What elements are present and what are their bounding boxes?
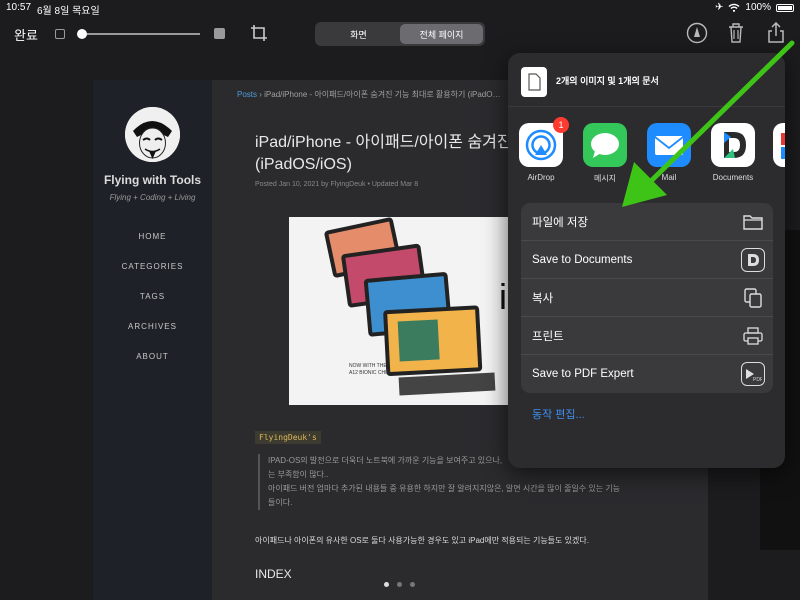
square-outline-icon xyxy=(55,29,65,39)
share-sheet: 2개의 이미지 및 1개의 문서 1 AirDrop 메시지 Mail Docu… xyxy=(508,53,785,468)
status-right: ✈ 100% xyxy=(715,2,794,13)
svg-text:NOW WITH THE: NOW WITH THE xyxy=(349,363,387,369)
documents-app-icon xyxy=(741,248,765,272)
app-messages[interactable]: 메시지 xyxy=(582,123,628,184)
action-label: 프린트 xyxy=(532,330,564,343)
status-bar: 10:57 6월 8일 목요일 ✈ 100% xyxy=(0,0,800,17)
status-date: 6월 8일 목요일 xyxy=(37,6,100,17)
action-copy[interactable]: 복사 xyxy=(521,279,773,317)
nav-archives[interactable]: ARCHIVES xyxy=(93,322,212,331)
battery-icon xyxy=(776,3,794,12)
markup-pen-icon[interactable] xyxy=(686,22,708,44)
crop-icon[interactable] xyxy=(250,24,268,42)
documents-app-icon xyxy=(711,123,755,167)
slider-knob-icon[interactable] xyxy=(77,29,88,39)
segment-screen[interactable]: 화면 xyxy=(317,24,400,44)
app-label: Documents xyxy=(712,173,754,182)
action-label: 복사 xyxy=(532,292,554,305)
segment-full-page[interactable]: 전체 페이지 xyxy=(400,24,483,44)
quote-line: 아이패드 버전 업마다 추가된 내용들 중 유용한 하지만 잘 알려지지않은, … xyxy=(268,484,621,493)
edit-actions-link[interactable]: 동작 편집... xyxy=(532,406,585,422)
action-save-to-files[interactable]: 파일에 저장 xyxy=(521,203,773,241)
share-sheet-header: 2개의 이미지 및 1개의 문서 xyxy=(508,53,785,107)
site-title: Flying with Tools xyxy=(103,173,202,187)
wifi-icon xyxy=(728,3,740,12)
nav-tags[interactable]: TAGS xyxy=(93,292,212,301)
breadcrumb: Posts › iPad/iPhone - 아이패드/아이폰 숨겨진 기능 최대… xyxy=(237,89,500,100)
share-sheet-title: 2개의 이미지 및 1개의 문서 xyxy=(556,76,659,86)
site-subtitle: Flying + Coding + Living xyxy=(109,193,196,202)
pdf-expert-icon: PDF xyxy=(741,362,765,386)
share-app-row: 1 AirDrop 메시지 Mail Documents xyxy=(508,117,785,184)
action-save-to-documents[interactable]: Save to Documents xyxy=(521,241,773,279)
mail-icon xyxy=(647,123,691,167)
action-save-to-pdf-expert[interactable]: Save to PDF Expert PDF xyxy=(521,355,773,393)
app-label: Mail xyxy=(661,173,677,182)
copy-icon xyxy=(741,286,765,310)
done-button[interactable]: 완료 xyxy=(14,25,38,44)
opacity-slider[interactable] xyxy=(77,29,200,39)
action-label: 파일에 저장 xyxy=(532,216,589,229)
trash-icon[interactable] xyxy=(727,22,745,44)
messages-icon xyxy=(583,123,627,167)
notification-badge: 1 xyxy=(553,117,569,133)
app-label: AirDrop xyxy=(527,173,555,182)
airplane-icon: ✈ xyxy=(715,2,724,13)
nav-home[interactable]: HOME xyxy=(93,232,212,241)
page-dot[interactable] xyxy=(410,582,415,587)
blog-sidebar: Flying with Tools Flying + Coding + Livi… xyxy=(93,80,212,600)
hero-image: i NOW WITH THE A12 BIONIC CHIP xyxy=(289,217,519,405)
capture-mode-segmented-control: 화면 전체 페이지 xyxy=(315,22,485,46)
svg-text:PDF: PDF xyxy=(753,377,762,383)
app-label: 메시지 xyxy=(593,174,617,183)
breadcrumb-root[interactable]: Posts xyxy=(237,90,257,99)
app-icon-partial xyxy=(773,123,785,167)
share-icon[interactable] xyxy=(767,22,785,44)
app-more-partial[interactable] xyxy=(772,123,785,167)
svg-text:A12 BIONIC CHIP: A12 BIONIC CHIP xyxy=(349,370,391,376)
folder-icon xyxy=(741,210,765,234)
app-documents[interactable]: Documents xyxy=(710,123,756,182)
page-indicator xyxy=(384,582,415,587)
avatar xyxy=(125,107,180,162)
nav-about[interactable]: ABOUT xyxy=(93,352,212,361)
status-time: 10:57 xyxy=(6,2,32,13)
nav-categories[interactable]: CATEGORIES xyxy=(93,262,212,271)
document-icon xyxy=(521,67,547,97)
breadcrumb-separator: › xyxy=(259,90,262,99)
index-heading: INDEX xyxy=(255,567,292,581)
share-actions-list: 파일에 저장 Save to Documents 복사 프린트 Save to … xyxy=(521,203,773,393)
airdrop-icon: 1 xyxy=(519,117,569,167)
screenshot-editor-toolbar: 완료 화면 전체 페이지 xyxy=(0,16,800,52)
square-filled-icon xyxy=(214,28,225,39)
battery-percent: 100% xyxy=(745,2,771,13)
article-paragraph: 아이패드나 아이폰의 유사한 OS로 둘다 사용가능한 경우도 있고 iPad에… xyxy=(255,536,589,545)
app-airdrop[interactable]: 1 AirDrop xyxy=(518,117,569,182)
page-dot[interactable] xyxy=(384,582,389,587)
quote-line: 들이다. xyxy=(268,498,293,507)
quote-line: 는 부족함이 많다.. xyxy=(268,470,329,479)
print-icon xyxy=(741,324,765,348)
page-dot[interactable] xyxy=(397,582,402,587)
action-label: Save to PDF Expert xyxy=(532,368,634,380)
action-label: Save to Documents xyxy=(532,253,633,266)
action-print[interactable]: 프린트 xyxy=(521,317,773,355)
svg-text:i: i xyxy=(499,276,507,317)
author-code-tag: FlyingDeuk's xyxy=(255,431,321,444)
breadcrumb-current: iPad/iPhone - 아이패드/아이폰 숨겨진 기능 최대로 활용하기 (… xyxy=(264,90,501,99)
app-mail[interactable]: Mail xyxy=(646,123,692,182)
post-meta: Posted Jan 10, 2021 by FlyingDeuk • Upda… xyxy=(255,181,419,188)
